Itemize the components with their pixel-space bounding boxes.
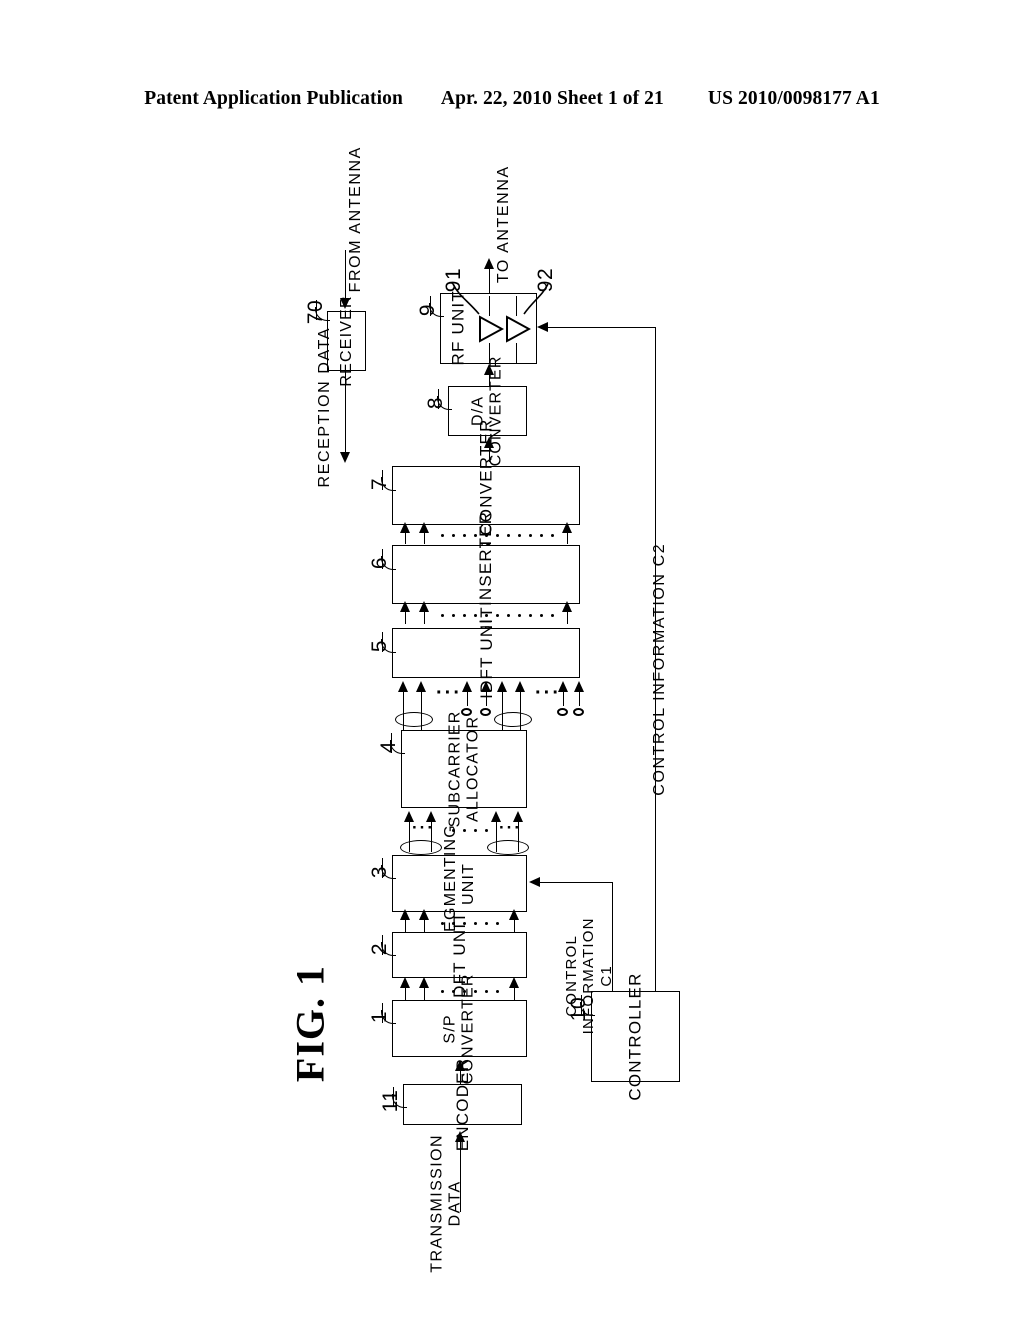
reception-data-label: RECEPTION DATA (315, 326, 333, 488)
ref-leader-92 (523, 283, 549, 315)
header-publication-title: Patent Application Publication (144, 88, 403, 109)
bundle-marker-2 (494, 712, 532, 727)
reception-data-line (345, 371, 346, 453)
to-antenna-label: TO ANTENNA (494, 165, 512, 284)
ref-number-5: 5 (368, 639, 391, 653)
ref-leader-91 (452, 283, 480, 315)
block-subcarrier-allocator[interactable]: SUBCARRIER ALLOCATOR (401, 711, 527, 827)
block-segmenting-unit[interactable]: SEGMENTING UNIT (392, 824, 527, 943)
bundle-marker-3 (400, 840, 442, 855)
ref-number-6: 6 (368, 556, 391, 570)
amplifier-91-lead-top (489, 296, 490, 316)
reception-data-arrowhead (340, 452, 350, 463)
amplifier-92-lead-bottom (516, 343, 517, 363)
transmission-data-label: TRANSMISSION DATA (428, 1134, 464, 1273)
block-receiver-label: RECEIVER (337, 295, 355, 387)
ref-number-11: 11 (379, 1089, 402, 1113)
bundle-marker-4 (487, 840, 529, 855)
block-sp-converter[interactable]: S/P CONVERTER (392, 973, 527, 1084)
figure-label: FIG. 1 (287, 964, 333, 1083)
ref-number-2: 2 (368, 942, 391, 956)
to-antenna-arrowhead (484, 258, 494, 269)
ref-number-4: 4 (377, 740, 400, 754)
from-antenna-label: FROM ANTENNA (346, 146, 364, 293)
block-subcarrier-allocator-label: SUBCARRIER ALLOCATOR (446, 710, 481, 828)
ref-number-8: 8 (424, 396, 447, 410)
bundle-marker-1 (395, 712, 433, 727)
zero-input-4 (573, 708, 584, 716)
from-antenna-line (345, 250, 346, 298)
header-publication-number: US 2010/0098177 A1 (707, 88, 880, 109)
control-information-c1-label: CONTROL INFORMATION C1 (563, 917, 615, 1035)
block-gi-inserter[interactable]: GI INSERTER (392, 511, 580, 638)
amplifier-92-icon (505, 315, 531, 343)
block-idft-unit[interactable]: IDFT UNIT (392, 607, 580, 699)
ref-number-7: 7 (368, 477, 391, 491)
to-antenna-line (489, 268, 490, 294)
ref-number-3: 3 (368, 865, 391, 879)
amplifier-91-icon (478, 315, 504, 343)
ref-number-1: 1 (368, 1010, 391, 1024)
ref-number-9: 9 (416, 303, 439, 317)
block-controller-label: CONTROLLER (625, 972, 645, 1101)
control-information-c2-label: CONTROL INFORMATION C2 (650, 542, 668, 796)
block-dft-unit[interactable]: DFT UNIT (392, 912, 527, 998)
header-date-sheet: Apr. 22, 2010 Sheet 1 of 21 (440, 88, 664, 109)
page-header: Patent Application Publication Apr. 22, … (0, 88, 1024, 122)
zero-input-3 (557, 708, 568, 716)
